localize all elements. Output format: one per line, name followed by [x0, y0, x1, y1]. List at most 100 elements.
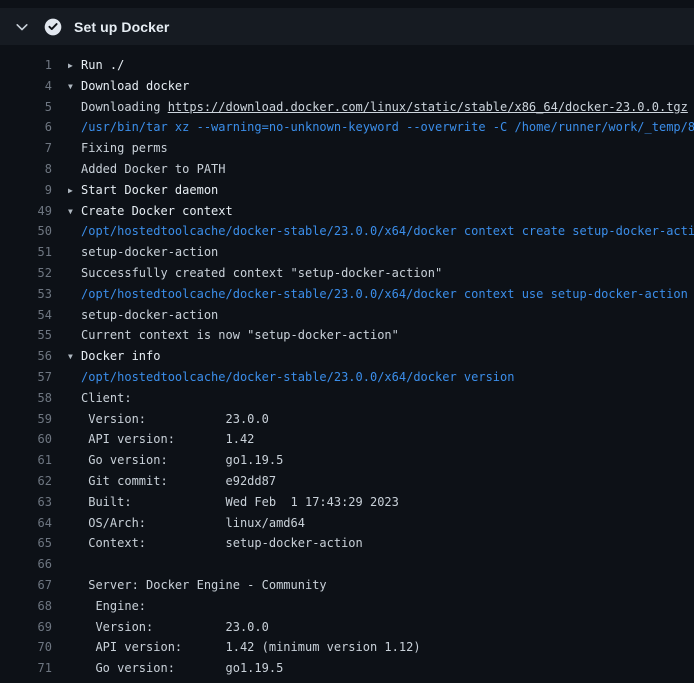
group-expanded-icon[interactable]: ▼ — [68, 202, 81, 222]
line-number[interactable]: 65 — [0, 533, 52, 554]
group-expanded-icon[interactable]: ▼ — [68, 347, 81, 367]
step-title: Set up Docker — [74, 19, 169, 35]
line-content: Downloading https://download.docker.com/… — [52, 97, 694, 118]
log-group-row[interactable]: 49▼Create Docker context — [0, 201, 694, 222]
log-line: 70 API version: 1.42 (minimum version 1.… — [0, 637, 694, 658]
line-number[interactable]: 5 — [0, 97, 52, 118]
line-content: Engine: — [52, 596, 694, 617]
line-number[interactable]: 9 — [0, 180, 52, 201]
line-content: ▶Run ./ — [52, 55, 694, 76]
log-link[interactable]: https://download.docker.com/linux/static… — [168, 100, 688, 114]
log-text: Client: — [81, 391, 132, 405]
log-command-text: /opt/hostedtoolcache/docker-stable/23.0.… — [81, 224, 694, 238]
log-text: API version: 1.42 — [81, 432, 254, 446]
group-title: Run ./ — [81, 58, 124, 72]
line-number[interactable]: 7 — [0, 138, 52, 159]
line-number[interactable]: 58 — [0, 388, 52, 409]
line-number[interactable]: 53 — [0, 284, 52, 305]
line-number[interactable]: 70 — [0, 637, 52, 658]
line-number[interactable]: 4 — [0, 76, 52, 97]
log-line: 57/opt/hostedtoolcache/docker-stable/23.… — [0, 367, 694, 388]
success-check-icon — [44, 18, 62, 36]
line-number[interactable]: 71 — [0, 658, 52, 679]
log-line: 52 Successfully created context "setup-do… — [0, 263, 694, 284]
log-line: 63 Built: Wed Feb 1 17:43:29 2023 — [0, 492, 694, 513]
line-number[interactable]: 55 — [0, 325, 52, 346]
line-number[interactable]: 56 — [0, 346, 52, 367]
line-content: ▶Start Docker daemon — [52, 180, 694, 201]
log-line: 50/opt/hostedtoolcache/docker-stable/23.… — [0, 221, 694, 242]
log-group-row[interactable]: 56 ▼Docker info — [0, 346, 694, 367]
line-number[interactable]: 6 — [0, 117, 52, 138]
line-number[interactable]: 68 — [0, 596, 52, 617]
line-number[interactable]: 69 — [0, 617, 52, 638]
step-header[interactable]: Set up Docker — [0, 8, 694, 45]
log-text: Successfully created context "setup-dock… — [81, 266, 442, 280]
line-number[interactable]: 1 — [0, 55, 52, 76]
line-number[interactable]: 52 — [0, 263, 52, 284]
chevron-down-icon[interactable] — [14, 19, 30, 35]
log-text: Version: 23.0.0 — [81, 412, 269, 426]
line-number[interactable]: 54 — [0, 305, 52, 326]
line-number[interactable]: 49 — [0, 201, 52, 222]
line-number[interactable]: 50 — [0, 221, 52, 242]
log-text: Current context is now "setup-docker-act… — [81, 328, 399, 342]
line-number[interactable]: 72 — [0, 679, 52, 683]
log-text: Engine: — [81, 599, 146, 613]
line-content: Client: — [52, 388, 694, 409]
line-content: Git commit: d7573ab — [52, 679, 694, 683]
group-title: Docker info — [81, 349, 160, 363]
group-expanded-icon[interactable]: ▼ — [68, 77, 81, 97]
log-group-row[interactable]: 9▶Start Docker daemon — [0, 180, 694, 201]
line-number[interactable]: 62 — [0, 471, 52, 492]
log-line: 71 Go version: go1.19.5 — [0, 658, 694, 679]
log-command-text: /opt/hostedtoolcache/docker-stable/23.0.… — [81, 287, 688, 301]
log-text: Downloading — [81, 100, 168, 114]
log-line: 66 — [0, 554, 694, 575]
log-line: 54 setup-docker-action — [0, 305, 694, 326]
group-collapsed-icon[interactable]: ▶ — [68, 56, 81, 76]
log-line: 6/usr/bin/tar xz --warning=no-unknown-ke… — [0, 117, 694, 138]
line-content: Go version: go1.19.5 — [52, 450, 694, 471]
log-group-row[interactable]: 4 ▼Download docker — [0, 76, 694, 97]
line-number[interactable]: 63 — [0, 492, 52, 513]
line-number[interactable]: 8 — [0, 159, 52, 180]
log-text: Context: setup-docker-action — [81, 536, 363, 550]
log-line: 65 Context: setup-docker-action — [0, 533, 694, 554]
line-number[interactable]: 67 — [0, 575, 52, 596]
log-text: Added Docker to PATH — [81, 162, 226, 176]
log-line: 61 Go version: go1.19.5 — [0, 450, 694, 471]
line-content: Git commit: e92dd87 — [52, 471, 694, 492]
log-command-text: /usr/bin/tar xz --warning=no-unknown-key… — [81, 120, 694, 134]
log-line: 55 Current context is now "setup-docker-a… — [0, 325, 694, 346]
group-collapsed-icon[interactable]: ▶ — [68, 181, 81, 201]
log-line: 67 Server: Docker Engine - Community — [0, 575, 694, 596]
line-content: Go version: go1.19.5 — [52, 658, 694, 679]
group-title: Download docker — [81, 79, 189, 93]
line-number[interactable]: 64 — [0, 513, 52, 534]
line-content: OS/Arch: linux/amd64 — [52, 513, 694, 534]
log-text: OS/Arch: linux/amd64 — [81, 516, 305, 530]
log-line: 5Downloading https://download.docker.com… — [0, 97, 694, 118]
line-content: API version: 1.42 — [52, 429, 694, 450]
line-number[interactable]: 60 — [0, 429, 52, 450]
line-content: setup-docker-action — [52, 305, 694, 326]
log-text: Built: Wed Feb 1 17:43:29 2023 — [81, 495, 399, 509]
log-line: 59 Version: 23.0.0 — [0, 409, 694, 430]
line-number[interactable]: 51 — [0, 242, 52, 263]
line-content: /opt/hostedtoolcache/docker-stable/23.0.… — [52, 284, 694, 305]
line-content — [52, 554, 694, 575]
line-number[interactable]: 66 — [0, 554, 52, 575]
line-content: /opt/hostedtoolcache/docker-stable/23.0.… — [52, 367, 694, 388]
line-content: Successfully created context "setup-dock… — [52, 263, 694, 284]
log-group-row[interactable]: 1▶Run ./ — [0, 55, 694, 76]
log-line: 58 Client: — [0, 388, 694, 409]
line-number[interactable]: 61 — [0, 450, 52, 471]
line-number[interactable]: 59 — [0, 409, 52, 430]
log-command-text: /opt/hostedtoolcache/docker-stable/23.0.… — [81, 370, 514, 384]
line-content: Version: 23.0.0 — [52, 409, 694, 430]
log-text: setup-docker-action — [81, 308, 218, 322]
log-line: 7Fixing perms — [0, 138, 694, 159]
line-content: Built: Wed Feb 1 17:43:29 2023 — [52, 492, 694, 513]
line-number[interactable]: 57 — [0, 367, 52, 388]
